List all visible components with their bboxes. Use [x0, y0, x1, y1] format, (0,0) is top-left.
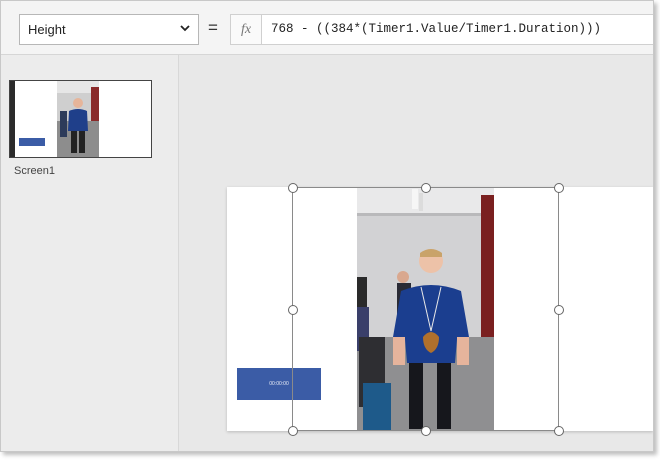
- powerapps-studio-window: Height = fx 768 - ((384*(Timer1.Value/Ti…: [0, 0, 654, 452]
- selection-handle-icon[interactable]: [421, 426, 431, 436]
- property-dropdown[interactable]: Height: [19, 14, 199, 45]
- selection-box: [288, 183, 564, 436]
- app-screen-canvas[interactable]: 00:00:00: [227, 183, 653, 436]
- chevron-down-icon: [180, 25, 190, 32]
- selection-handle-icon[interactable]: [288, 426, 298, 436]
- formula-bar: Height = fx 768 - ((384*(Timer1.Value/Ti…: [1, 1, 653, 55]
- screens-panel: Screen1: [1, 55, 179, 451]
- selection-handle-icon[interactable]: [554, 183, 564, 193]
- selection-handle-icon[interactable]: [554, 305, 564, 315]
- screen-label-screen1[interactable]: Screen1: [14, 165, 55, 177]
- equals-sign: =: [208, 18, 218, 37]
- selection-handle-icon[interactable]: [288, 305, 298, 315]
- screen-thumbnail-screen1[interactable]: [9, 80, 152, 158]
- thumbnail-accent-bar: [10, 81, 15, 157]
- selection-handle-icon[interactable]: [421, 183, 431, 193]
- property-dropdown-value: Height: [28, 22, 66, 37]
- selection-handle-icon[interactable]: [554, 426, 564, 436]
- canvas-area: 00:00:00: [179, 55, 653, 451]
- selection-handle-icon[interactable]: [288, 183, 298, 193]
- thumbnail-photo: [57, 81, 99, 157]
- formula-input[interactable]: 768 - ((384*(Timer1.Value/Timer1.Duratio…: [262, 14, 653, 45]
- fx-icon[interactable]: fx: [230, 14, 262, 45]
- timer-label: 00:00:00: [269, 381, 289, 387]
- thumbnail-timer-button: [19, 138, 45, 146]
